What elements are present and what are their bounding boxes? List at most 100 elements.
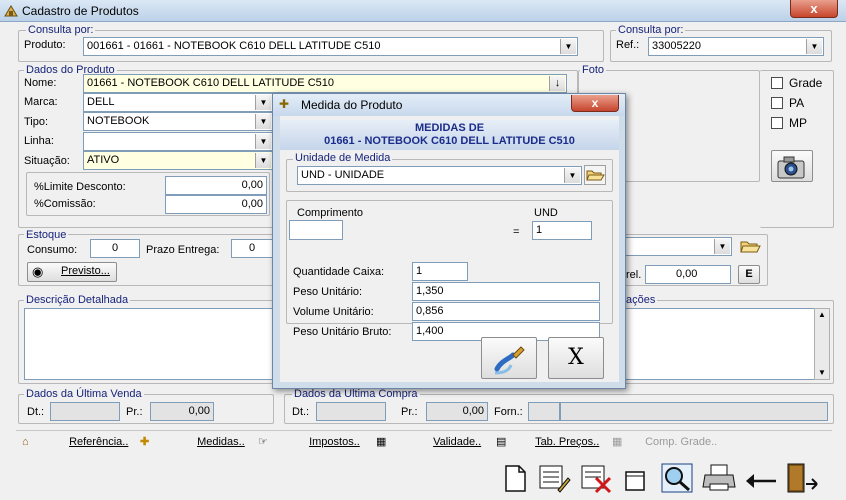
- peso-unitario-field[interactable]: 1,350: [412, 282, 600, 301]
- prazo-entrega-field[interactable]: 0: [231, 239, 273, 258]
- compra-dt-label: Dt.:: [292, 406, 310, 418]
- hand-icon: ☞: [258, 436, 268, 448]
- ruler-icon: ✚: [279, 97, 290, 111]
- grid-icon: ▦: [612, 436, 623, 448]
- arrow-down-icon[interactable]: ↓: [549, 76, 565, 91]
- quantidade-caixa-label: Quantidade Caixa:: [293, 266, 385, 278]
- tab-precos-button[interactable]: ▤ Tab. Preços..: [496, 434, 599, 450]
- limite-desconto-field[interactable]: 0,00: [165, 176, 267, 195]
- chevron-down-icon[interactable]: ▼: [255, 153, 271, 168]
- observacoes-textarea[interactable]: [616, 308, 814, 380]
- banner-line1: MEDIDAS DE: [414, 122, 485, 134]
- foto-legend: Foto: [580, 64, 607, 77]
- estoque-legend: Estoque: [24, 229, 69, 242]
- chevron-down-icon[interactable]: ▼: [255, 95, 271, 110]
- chevron-down-icon[interactable]: ▼: [815, 367, 829, 379]
- linha-label: Linha:: [24, 135, 54, 147]
- house-icon: ⌂: [22, 436, 29, 448]
- comprimento-label: Comprimento: [297, 207, 364, 219]
- und-label: UND: [534, 207, 558, 219]
- venda-dt-field: [50, 402, 120, 421]
- linha-select[interactable]: ▼: [83, 132, 273, 151]
- chevron-down-icon[interactable]: ▼: [564, 168, 580, 183]
- tipo-label: Tipo:: [24, 116, 49, 128]
- compra-forn-name-field: [560, 402, 828, 421]
- referencia-button[interactable]: ⌂ Referência..: [22, 434, 128, 450]
- ultima-venda-legend: Dados da Última Venda: [24, 388, 144, 401]
- consumo-field[interactable]: 0: [90, 239, 140, 258]
- venda-pr-label: Pr.:: [126, 406, 143, 418]
- venda-dt-label: Dt.:: [27, 406, 45, 418]
- nome-label: Nome:: [24, 77, 57, 89]
- cancel-button[interactable]: X: [548, 337, 604, 379]
- calendar-icon: ▦: [376, 436, 387, 448]
- volume-unitario-label: Volume Unitário:: [293, 306, 374, 318]
- save-button[interactable]: [481, 337, 537, 379]
- comissao-field[interactable]: 0,00: [165, 195, 267, 214]
- exit-door-icon[interactable]: [784, 462, 820, 496]
- peso-bruto-label: Peso Unitário Bruto:: [293, 326, 392, 338]
- edit-document-icon[interactable]: [536, 462, 572, 494]
- folder-open-icon[interactable]: [584, 165, 606, 185]
- brush-icon: [494, 346, 525, 375]
- dialog-banner: MEDIDAS DE 01661 - NOTEBOOK C610 DELL LA…: [280, 120, 619, 150]
- previsto-button[interactable]: ◉ Previsto...: [27, 262, 117, 282]
- compra-forn-code-field: [528, 402, 560, 421]
- eye-icon: ◉: [32, 264, 44, 279]
- validade-button[interactable]: ▦ Validade..: [376, 434, 481, 450]
- ruler-icon: ✚: [140, 436, 150, 448]
- situacao-select[interactable]: ATIVO ▼: [83, 151, 273, 170]
- banner-line2: 01661 - NOTEBOOK C610 DELL LATITUDE C510: [324, 135, 575, 147]
- nome-field[interactable]: 01661 - NOTEBOOK C610 DELL LATITUDE C510…: [83, 74, 567, 93]
- produto-select[interactable]: 001661 - 01661 - NOTEBOOK C610 DELL LATI…: [83, 37, 578, 56]
- dialog-close-button[interactable]: x: [571, 95, 619, 112]
- dialog-title: Medida do Produto: [301, 98, 403, 112]
- ultima-compra-legend: Dados da Última Compra: [292, 388, 420, 401]
- chevron-up-icon[interactable]: ▲: [815, 309, 829, 321]
- peso-unitario-label: Peso Unitário:: [293, 286, 363, 298]
- chevron-down-icon[interactable]: ▼: [255, 114, 271, 129]
- new-document-icon[interactable]: [500, 462, 530, 494]
- tipo-select[interactable]: NOTEBOOK ▼: [83, 112, 273, 131]
- compra-forn-label: Forn.:: [494, 406, 523, 418]
- quantidade-caixa-field[interactable]: 1: [412, 262, 468, 281]
- chevron-down-icon[interactable]: ▼: [806, 39, 822, 54]
- table-icon: ▤: [496, 436, 507, 448]
- descricao-textarea[interactable]: [24, 308, 274, 380]
- chevron-down-icon[interactable]: ▼: [255, 134, 271, 149]
- delete-document-icon[interactable]: [578, 462, 614, 494]
- rel-label: rel.: [626, 269, 642, 281]
- rel-field[interactable]: 0,00: [645, 265, 731, 284]
- dialog-titlebar: ✚ Medida do Produto x: [273, 94, 625, 116]
- descricao-legend: Descrição Detalhada: [24, 294, 131, 307]
- chevron-down-icon[interactable]: ▼: [560, 39, 576, 54]
- prazo-entrega-label: Prazo Entrega:: [146, 244, 220, 256]
- unidade-select[interactable]: UND - UNIDADE ▼: [297, 166, 582, 185]
- scrollbar-vertical[interactable]: ▲ ▼: [814, 308, 830, 380]
- ref-label: Ref.:: [616, 39, 640, 51]
- app-icon: [4, 4, 18, 17]
- enter-arrow-icon[interactable]: [744, 470, 778, 492]
- printer-icon[interactable]: [702, 462, 738, 494]
- ref-select[interactable]: 33005220 ▼: [648, 37, 824, 56]
- impostos-button[interactable]: ☞ Impostos..: [258, 434, 360, 450]
- situacao-label: Situação:: [24, 155, 70, 167]
- marca-label: Marca:: [24, 96, 58, 108]
- window-icon[interactable]: [622, 466, 650, 494]
- medidas-button[interactable]: ✚ Medidas..: [140, 434, 245, 450]
- volume-unitario-field[interactable]: 0,856: [412, 302, 600, 321]
- und-field[interactable]: 1: [532, 221, 592, 240]
- close-window-button[interactable]: x: [790, 0, 838, 18]
- marca-select[interactable]: DELL ▼: [83, 93, 273, 112]
- search-icon[interactable]: [660, 462, 694, 494]
- unidade-legend: Unidade de Medida: [293, 152, 393, 165]
- estoque-right-select[interactable]: ▼: [620, 237, 732, 256]
- e-button[interactable]: E: [738, 265, 760, 284]
- dialog-body: MEDIDAS DE 01661 - NOTEBOOK C610 DELL LA…: [280, 116, 619, 382]
- consulta-ref-legend: Consulta por:: [616, 24, 686, 37]
- window-title: Cadastro de Produtos: [22, 4, 139, 18]
- comprimento-field[interactable]: [289, 220, 343, 240]
- chevron-down-icon[interactable]: ▼: [714, 239, 730, 254]
- venda-pr-field: 0,00: [150, 402, 214, 421]
- folder-open-icon[interactable]: [739, 237, 761, 256]
